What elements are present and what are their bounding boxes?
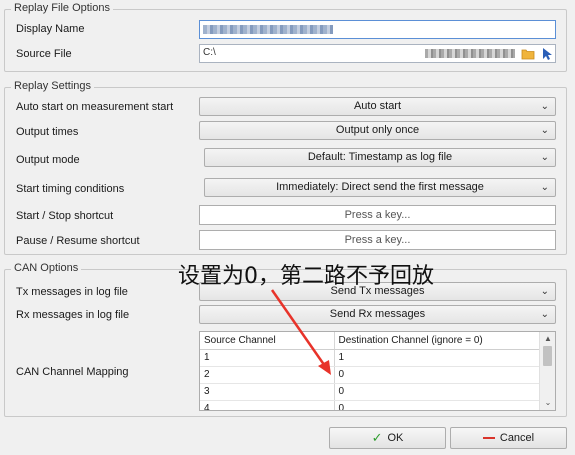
- table-scrollbar[interactable]: ▲ ⌄: [539, 332, 555, 410]
- can-channel-mapping-table[interactable]: Source Channel Destination Channel (igno…: [199, 331, 556, 411]
- source-channel-cell: 1: [200, 349, 335, 367]
- table-row[interactable]: 2 0: [200, 366, 541, 384]
- source-channel-cell: 3: [200, 383, 335, 401]
- scroll-up-icon[interactable]: ▲: [540, 332, 555, 346]
- table-row[interactable]: 1 1: [200, 349, 541, 367]
- destination-channel-cell[interactable]: 0: [334, 366, 541, 384]
- destination-channel-cell[interactable]: 0: [334, 383, 541, 401]
- group-title: Replay Settings: [11, 80, 95, 92]
- source-file-prefix: C:\: [203, 47, 216, 58]
- group-title: Replay File Options: [11, 2, 113, 14]
- can-channel-mapping-label: CAN Channel Mapping: [16, 366, 129, 378]
- source-channel-cell: 4: [200, 400, 335, 410]
- rx-messages-dropdown[interactable]: Send Rx messages ⌄: [199, 305, 556, 324]
- auto-start-label: Auto start on measurement start: [16, 101, 174, 113]
- rx-messages-value: Send Rx messages: [329, 308, 426, 320]
- start-timing-label: Start timing conditions: [16, 183, 125, 195]
- destination-channel-cell[interactable]: 1: [334, 349, 541, 367]
- check-icon: ✓: [371, 430, 383, 445]
- destination-channel-cell[interactable]: 0: [334, 400, 541, 410]
- source-channel-cell: 2: [200, 366, 335, 384]
- output-mode-dropdown[interactable]: Default: Timestamp as log file ⌄: [204, 148, 556, 167]
- column-header[interactable]: Destination Channel (ignore = 0): [334, 332, 541, 350]
- auto-start-dropdown[interactable]: Auto start ⌄: [199, 97, 556, 116]
- table-row[interactable]: 4 0: [200, 400, 541, 410]
- pause-resume-shortcut-input[interactable]: Press a key...: [199, 230, 556, 250]
- display-name-input[interactable]: [199, 20, 556, 39]
- ok-label: OK: [387, 432, 404, 444]
- output-mode-label: Output mode: [16, 154, 80, 166]
- source-file-label: Source File: [16, 48, 72, 60]
- cancel-button[interactable]: Cancel: [450, 427, 567, 449]
- redacted-text: [203, 25, 333, 34]
- group-title: CAN Options: [11, 262, 82, 274]
- auto-start-value: Auto start: [353, 100, 402, 112]
- source-file-input[interactable]: C:\: [199, 44, 556, 63]
- scroll-down-icon[interactable]: ⌄: [540, 396, 555, 410]
- minus-icon: [482, 437, 495, 439]
- chevron-down-icon: ⌄: [540, 182, 549, 193]
- annotation-text: 设置为0，第二路不予回放: [178, 264, 434, 289]
- chevron-down-icon: ⌄: [540, 125, 549, 136]
- column-header[interactable]: Source Channel: [200, 332, 335, 350]
- chevron-down-icon: ⌄: [540, 152, 549, 163]
- start-timing-dropdown[interactable]: Immediately: Direct send the first messa…: [204, 178, 556, 197]
- start-stop-shortcut-input[interactable]: Press a key...: [199, 205, 556, 225]
- output-mode-value: Default: Timestamp as log file: [307, 151, 453, 163]
- redacted-text: [425, 49, 515, 58]
- ok-button[interactable]: ✓ OK: [329, 427, 446, 449]
- cursor-icon[interactable]: [539, 46, 554, 61]
- rx-messages-label: Rx messages in log file: [16, 309, 130, 321]
- table-row[interactable]: 3 0: [200, 383, 541, 401]
- output-times-value: Output only once: [335, 124, 420, 136]
- chevron-down-icon: ⌄: [540, 286, 549, 297]
- table-header-row: Source Channel Destination Channel (igno…: [200, 332, 541, 350]
- output-times-dropdown[interactable]: Output only once ⌄: [199, 121, 556, 140]
- pause-resume-label: Pause / Resume shortcut: [16, 235, 140, 247]
- chevron-down-icon: ⌄: [540, 101, 549, 112]
- chevron-down-icon: ⌄: [540, 309, 549, 320]
- folder-icon[interactable]: [520, 46, 535, 61]
- display-name-label: Display Name: [16, 23, 85, 35]
- output-times-label: Output times: [16, 126, 79, 138]
- start-timing-value: Immediately: Direct send the first messa…: [276, 181, 484, 193]
- start-stop-label: Start / Stop shortcut: [16, 210, 114, 222]
- cancel-label: Cancel: [499, 432, 535, 444]
- tx-messages-label: Tx messages in log file: [16, 286, 128, 298]
- scroll-thumb[interactable]: [543, 346, 552, 366]
